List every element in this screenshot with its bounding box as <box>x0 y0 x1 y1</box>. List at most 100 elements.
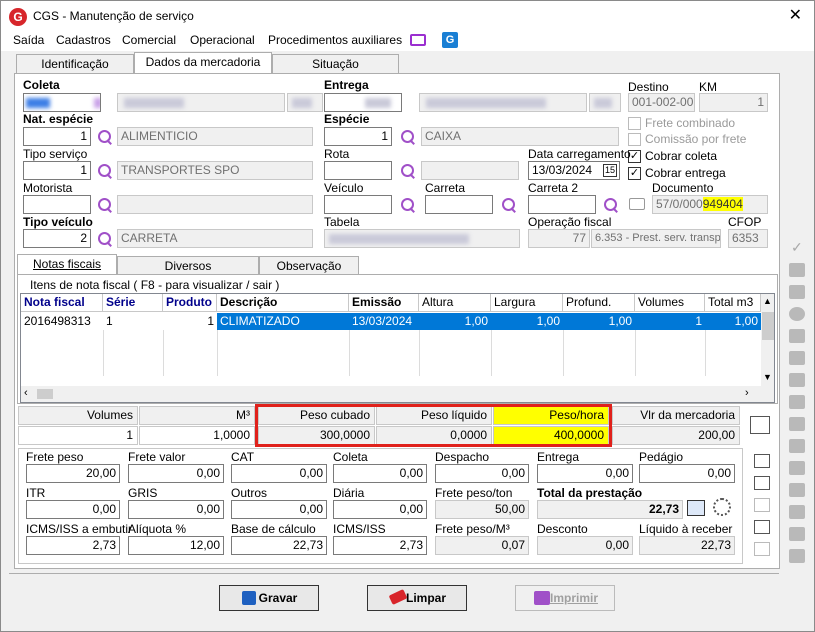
monitor-small-icon[interactable] <box>754 520 770 534</box>
outros-field[interactable]: 0,00 <box>231 500 327 519</box>
truck-side-icon[interactable] <box>789 395 805 409</box>
rota-code-field[interactable] <box>324 161 392 180</box>
col-header-volumes[interactable]: Volumes <box>635 294 705 312</box>
calendar-icon[interactable]: 15 <box>603 164 617 177</box>
menu-procedimentos[interactable]: Procedimentos auxiliares <box>268 33 402 47</box>
comissao-frete-checkbox[interactable] <box>628 133 641 146</box>
document-icon[interactable] <box>754 542 770 556</box>
col-header-descricao[interactable]: Descrição <box>217 294 349 312</box>
menu-cadastros[interactable]: Cadastros <box>56 33 111 47</box>
search-icon[interactable] <box>97 129 113 145</box>
book-icon[interactable] <box>687 500 705 516</box>
grid-side-icon[interactable] <box>789 461 805 475</box>
diaria-field[interactable]: 0,00 <box>333 500 427 519</box>
despacho-field[interactable]: 0,00 <box>435 464 529 483</box>
carreta-field[interactable] <box>425 195 493 214</box>
handshake-icon[interactable] <box>789 417 805 431</box>
menu-saida[interactable]: Saída <box>13 33 44 47</box>
icms-field[interactable]: 2,73 <box>333 536 427 555</box>
col-header-largura[interactable]: Largura <box>491 294 563 312</box>
subtab-observacao[interactable]: Observação <box>259 256 359 274</box>
money-icon[interactable] <box>789 505 805 519</box>
nat-especie-code-field[interactable]: 1 <box>23 127 91 146</box>
frete-peso-field[interactable]: 20,00 <box>26 464 120 483</box>
search-icon[interactable] <box>97 197 113 213</box>
col-header-nota-fiscal[interactable]: Nota fiscal <box>21 294 103 312</box>
subtab-notas-fiscais[interactable]: Notas fiscais <box>17 254 117 274</box>
entrega-code-field[interactable] <box>324 93 402 112</box>
monitor-icon[interactable] <box>410 34 426 46</box>
tool-icon[interactable] <box>754 454 770 468</box>
tag-icon[interactable] <box>789 483 805 497</box>
search-icon[interactable] <box>400 163 416 179</box>
tab-dados-mercadoria[interactable]: Dados da mercadoria <box>134 52 272 73</box>
gear-icon[interactable] <box>789 549 805 563</box>
items-grid[interactable]: Nota fiscal Série Produto Descrição Emis… <box>20 293 775 403</box>
frete-combinado-checkbox[interactable] <box>628 117 641 130</box>
thumb-icon[interactable] <box>789 527 805 541</box>
horizontal-scrollbar[interactable]: ‹ › <box>21 386 774 402</box>
subtab-diversos[interactable]: Diversos <box>117 256 259 274</box>
entrega-charge-field[interactable]: 0,00 <box>537 464 633 483</box>
limpar-button[interactable]: Limpar <box>367 585 467 611</box>
col-header-altura[interactable]: Altura <box>419 294 491 312</box>
coleta-name-field <box>117 93 285 112</box>
col-header-emissao[interactable]: Emissão <box>349 294 419 312</box>
edit-icon[interactable] <box>789 329 805 343</box>
scroll-left-icon[interactable]: ‹ <box>24 387 28 399</box>
icms-emb-field[interactable]: 2,73 <box>26 536 120 555</box>
search-icon[interactable] <box>97 231 113 247</box>
g-app-icon[interactable]: G <box>442 32 458 48</box>
tipo-veiculo-code-field[interactable]: 2 <box>23 229 91 248</box>
search-icon[interactable] <box>400 129 416 145</box>
coleta-code-field[interactable] <box>23 93 101 112</box>
menu-operacional[interactable]: Operacional <box>190 33 255 47</box>
coleta-charge-field[interactable]: 0,00 <box>333 464 427 483</box>
gravar-button[interactable]: Gravar <box>219 585 319 611</box>
frete-valor-field[interactable]: 0,00 <box>128 464 224 483</box>
col-header-serie[interactable]: Série <box>103 294 163 312</box>
pedagio-field[interactable]: 0,00 <box>639 464 735 483</box>
close-icon[interactable]: ✕ <box>789 5 802 25</box>
col-header-total-m3[interactable]: Total m3 <box>705 294 761 312</box>
forward-icon[interactable] <box>789 351 805 365</box>
carreta2-field[interactable] <box>528 195 596 214</box>
aliquota-field[interactable]: 12,00 <box>128 536 224 555</box>
scroll-down-icon[interactable]: ▼ <box>763 372 772 382</box>
vertical-scrollbar[interactable]: ▲ ▼ <box>761 294 774 386</box>
grid-table-icon[interactable] <box>750 416 770 434</box>
cat-field[interactable]: 0,00 <box>231 464 327 483</box>
settings-icon[interactable] <box>713 498 731 516</box>
calculator-icon[interactable] <box>754 498 770 512</box>
h-scroll-thumb[interactable] <box>37 389 53 399</box>
base-calculo-field[interactable]: 22,73 <box>231 536 327 555</box>
scroll-thumb[interactable] <box>762 312 774 340</box>
copy-icon[interactable] <box>789 373 805 387</box>
search-icon[interactable] <box>501 197 517 213</box>
especie-code-field[interactable]: 1 <box>324 127 392 146</box>
motorista-code-field[interactable] <box>23 195 91 214</box>
cobrar-entrega-checkbox[interactable]: ✓ <box>628 167 641 180</box>
scroll-right-icon[interactable]: › <box>745 387 749 399</box>
search-icon[interactable] <box>400 197 416 213</box>
imprimir-button[interactable]: Imprimir <box>515 585 615 611</box>
map-icon[interactable] <box>789 439 805 453</box>
confirm-check-icon[interactable]: ✓ <box>791 239 803 256</box>
circle-icon[interactable] <box>789 307 805 321</box>
scroll-up-icon[interactable]: ▲ <box>763 296 772 306</box>
tab-identificacao[interactable]: Identificação <box>16 54 134 73</box>
ciot-icon[interactable] <box>789 285 805 299</box>
people-icon[interactable] <box>789 263 805 277</box>
gris-field[interactable]: 0,00 <box>128 500 224 519</box>
col-header-produto[interactable]: Produto <box>163 294 217 312</box>
tab-situacao[interactable]: Situação <box>272 54 399 73</box>
col-header-profund[interactable]: Profund. <box>563 294 635 312</box>
itr-field[interactable]: 0,00 <box>26 500 120 519</box>
search-icon[interactable] <box>97 163 113 179</box>
table-row[interactable]: 2016498313 1 1 CLIMATIZADO 13/03/2024 1,… <box>21 313 761 330</box>
tipo-servico-code-field[interactable]: 1 <box>23 161 91 180</box>
veiculo-field[interactable] <box>324 195 392 214</box>
search-icon[interactable] <box>603 197 619 213</box>
percent-icon[interactable] <box>754 476 770 490</box>
menu-comercial[interactable]: Comercial <box>122 33 176 47</box>
